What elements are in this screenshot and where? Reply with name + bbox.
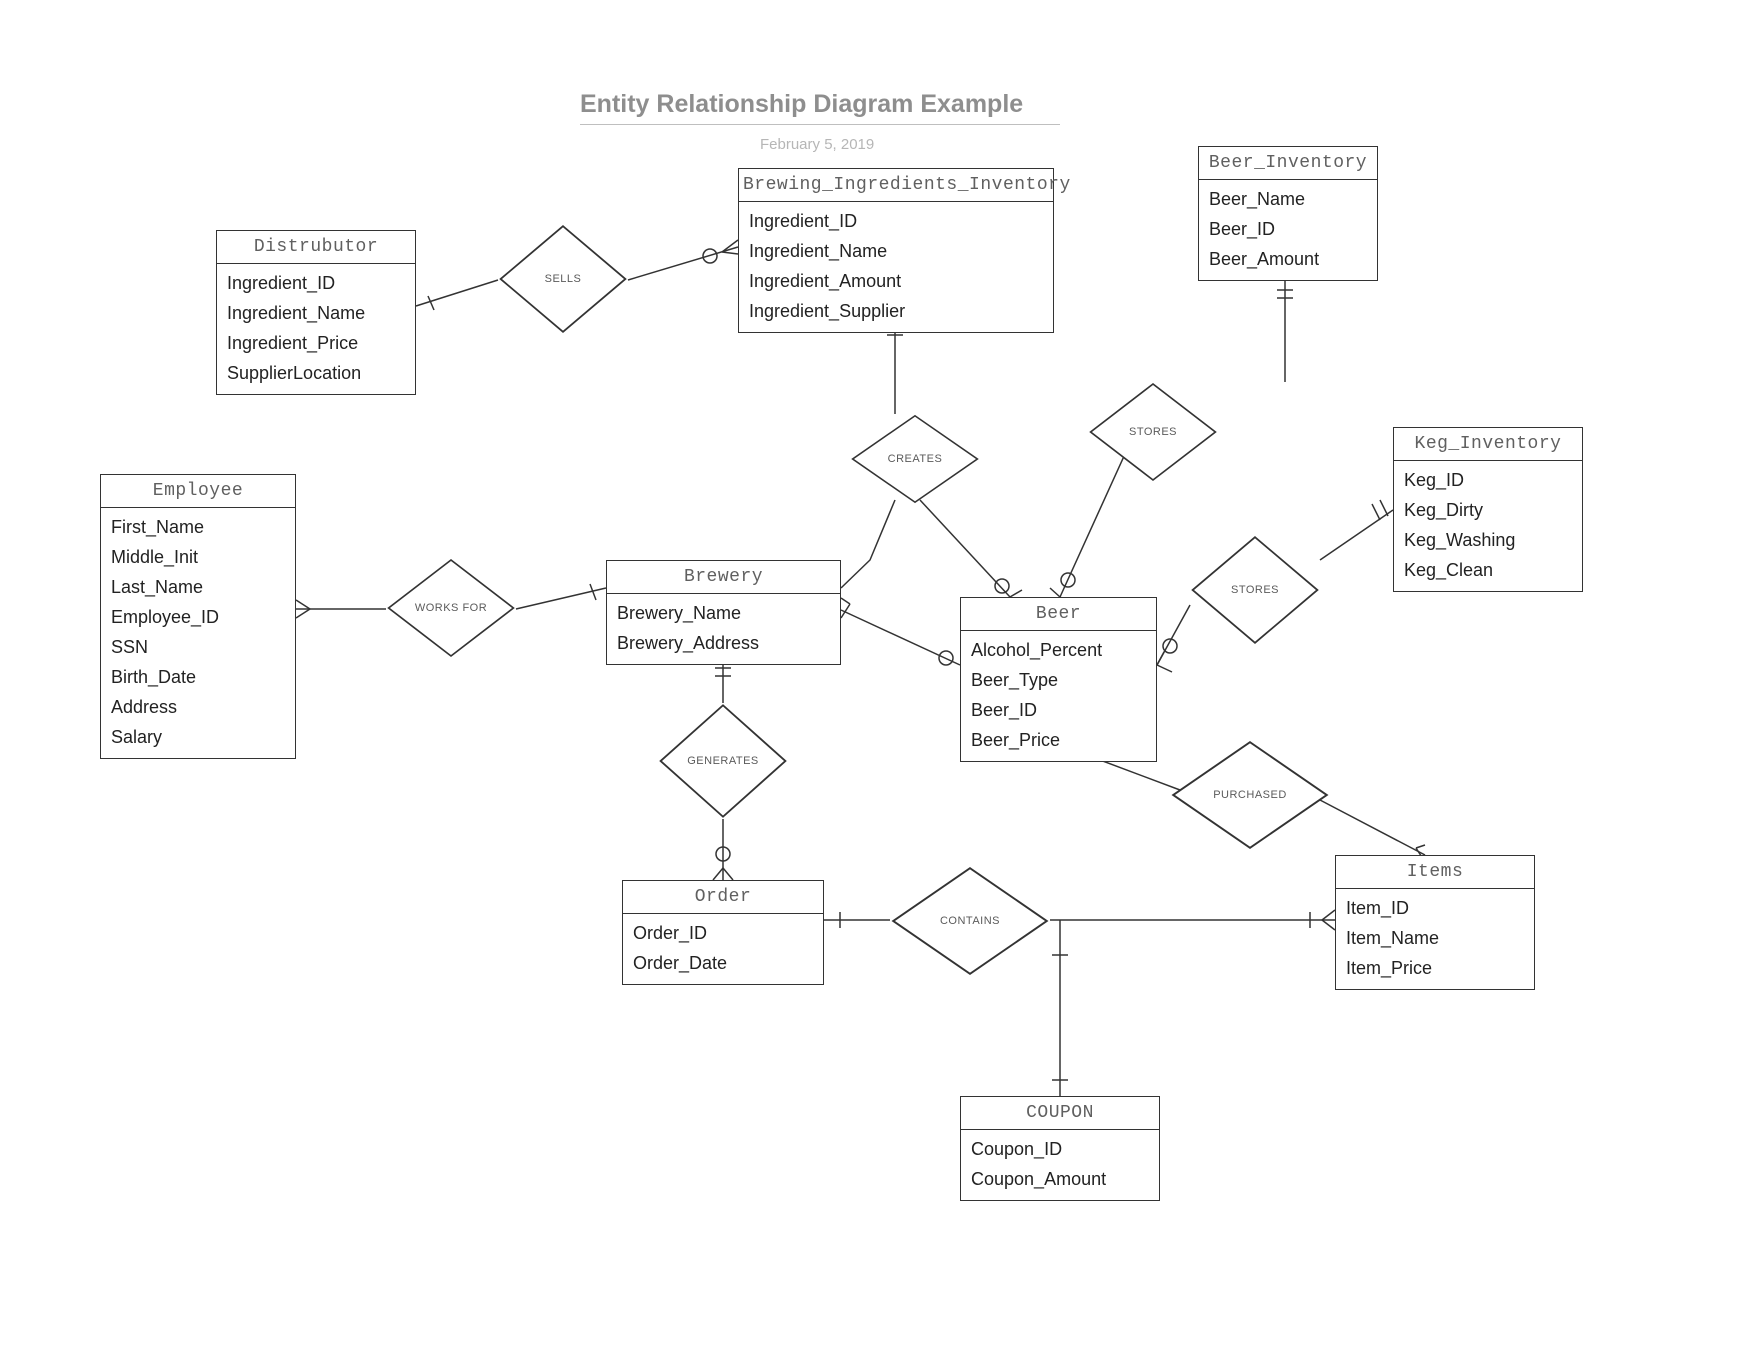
entity-header: Beer_Inventory (1199, 147, 1377, 180)
entity-attr: Birth_Date (111, 662, 285, 692)
entity-attr: Coupon_ID (971, 1134, 1149, 1164)
relationship-label: SELLS (498, 224, 628, 334)
entity-attr: Ingredient_Name (749, 236, 1043, 266)
entity-attr: Keg_Washing (1404, 525, 1572, 555)
diagram-canvas: { "title": "Entity Relationship Diagram … (0, 0, 1758, 1358)
relationship-label: WORKS FOR (386, 558, 516, 658)
relationship-generates: GENERATES (658, 703, 788, 819)
entity-attr: SSN (111, 632, 285, 662)
diagram-title: Entity Relationship Diagram Example (580, 90, 1023, 119)
entity-attr: Alcohol_Percent (971, 635, 1146, 665)
entity-header: Keg_Inventory (1394, 428, 1582, 461)
entity-attr: Item_ID (1346, 893, 1524, 923)
entity-attr: Keg_ID (1404, 465, 1572, 495)
entity-distributor: Distrubutor Ingredient_ID Ingredient_Nam… (216, 230, 416, 395)
entity-attr: Beer_Price (971, 725, 1146, 755)
entity-attr: Middle_Init (111, 542, 285, 572)
entity-attr: Order_Date (633, 948, 813, 978)
entity-attr: SupplierLocation (227, 358, 405, 388)
relationship-label: CREATES (850, 414, 980, 504)
entity-items: Items Item_ID Item_Name Item_Price (1335, 855, 1535, 990)
entity-header: Brewery (607, 561, 840, 594)
relationship-creates: CREATES (850, 414, 980, 504)
entity-attr: Keg_Dirty (1404, 495, 1572, 525)
entity-attr: Employee_ID (111, 602, 285, 632)
relationship-label: PURCHASED (1170, 740, 1330, 850)
entity-order: Order Order_ID Order_Date (622, 880, 824, 985)
entity-attr: Ingredient_Supplier (749, 296, 1043, 326)
relationship-label: STORES (1088, 382, 1218, 482)
entity-header: Employee (101, 475, 295, 508)
entity-attr: Beer_ID (1209, 214, 1367, 244)
relationship-purchased: PURCHASED (1170, 740, 1330, 850)
relationship-works-for: WORKS FOR (386, 558, 516, 658)
title-underline (580, 124, 1060, 125)
entity-attr: Ingredient_Amount (749, 266, 1043, 296)
entity-attr: Ingredient_ID (749, 206, 1043, 236)
entity-attr: Last_Name (111, 572, 285, 602)
entity-header: Beer (961, 598, 1156, 631)
entity-attr: Order_ID (633, 918, 813, 948)
entity-keg-inventory: Keg_Inventory Keg_ID Keg_Dirty Keg_Washi… (1393, 427, 1583, 592)
entity-attr: First_Name (111, 512, 285, 542)
entity-employee: Employee First_Name Middle_Init Last_Nam… (100, 474, 296, 759)
entity-attr: Item_Name (1346, 923, 1524, 953)
entity-header: Items (1336, 856, 1534, 889)
entity-attr: Ingredient_ID (227, 268, 405, 298)
entity-attr: Ingredient_Name (227, 298, 405, 328)
relationship-stores-2: STORES (1190, 535, 1320, 645)
entity-coupon: COUPON Coupon_ID Coupon_Amount (960, 1096, 1160, 1201)
entity-attr: Ingredient_Price (227, 328, 405, 358)
entity-attr: Brewery_Name (617, 598, 830, 628)
entity-attr: Keg_Clean (1404, 555, 1572, 585)
relationship-contains: CONTAINS (890, 866, 1050, 976)
relationship-stores-1: STORES (1088, 382, 1218, 482)
entity-header: COUPON (961, 1097, 1159, 1130)
entity-attr: Item_Price (1346, 953, 1524, 983)
entity-header: Order (623, 881, 823, 914)
entity-attr: Beer_ID (971, 695, 1146, 725)
entity-brewing-ingredients: Brewing_Ingredients_Inventory Ingredient… (738, 168, 1054, 333)
relationship-sells: SELLS (498, 224, 628, 334)
entity-attr: Address (111, 692, 285, 722)
entity-attr: Beer_Name (1209, 184, 1367, 214)
entity-brewery: Brewery Brewery_Name Brewery_Address (606, 560, 841, 665)
entity-attr: Beer_Amount (1209, 244, 1367, 274)
diagram-date: February 5, 2019 (760, 136, 874, 153)
relationship-label: STORES (1190, 535, 1320, 645)
entity-attr: Beer_Type (971, 665, 1146, 695)
entity-attr: Coupon_Amount (971, 1164, 1149, 1194)
entity-beer: Beer Alcohol_Percent Beer_Type Beer_ID B… (960, 597, 1157, 762)
entity-beer-inventory: Beer_Inventory Beer_Name Beer_ID Beer_Am… (1198, 146, 1378, 281)
entity-header: Brewing_Ingredients_Inventory (739, 169, 1053, 202)
entity-attr: Brewery_Address (617, 628, 830, 658)
relationship-label: GENERATES (658, 703, 788, 819)
entity-attr: Salary (111, 722, 285, 752)
entity-header: Distrubutor (217, 231, 415, 264)
relationship-label: CONTAINS (890, 866, 1050, 976)
